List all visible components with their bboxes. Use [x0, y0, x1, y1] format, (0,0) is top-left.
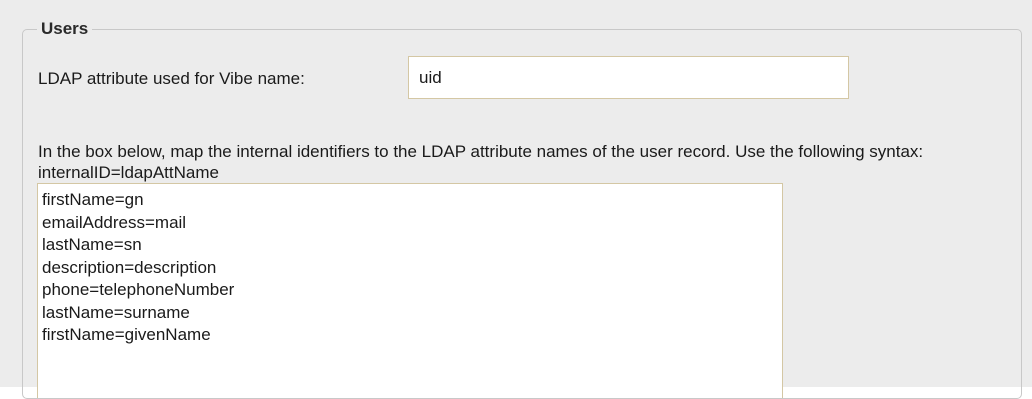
- attribute-mapping-textarea[interactable]: firstName=gn emailAddress=mail lastName=…: [37, 183, 783, 398]
- users-panel: Users LDAP attribute used for Vibe name:…: [0, 0, 1032, 399]
- mapping-line: lastName=sn: [42, 235, 142, 254]
- vibe-name-label: LDAP attribute used for Vibe name:: [38, 69, 305, 88]
- mapping-line: firstName=givenName: [42, 325, 211, 344]
- mapping-line: emailAddress=mail: [42, 212, 187, 232]
- mapping-line: firstName=gn: [42, 190, 144, 209]
- vibe-name-input[interactable]: [408, 56, 849, 99]
- users-legend: Users: [37, 18, 93, 40]
- mapping-line: phone=telephoneNumber: [42, 280, 235, 299]
- mapping-line: lastName=surname: [42, 302, 190, 322]
- mapping-description: In the box below, map the internal ident…: [38, 142, 924, 182]
- mapping-line: description=description: [42, 257, 217, 277]
